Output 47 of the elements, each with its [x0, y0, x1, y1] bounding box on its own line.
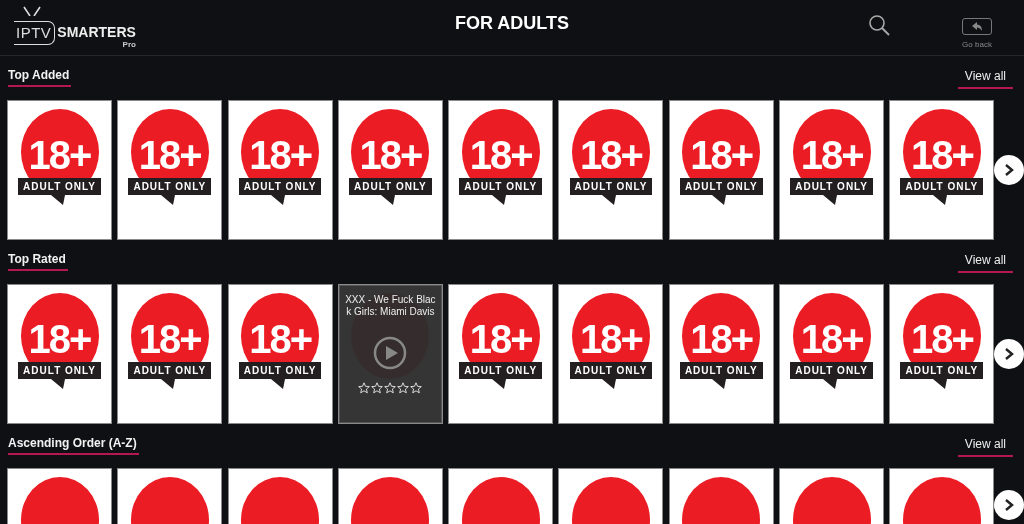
age-rating-text: 18+ — [910, 132, 973, 178]
poster-card[interactable]: 18+ ADULT ONLY — [227, 100, 333, 240]
age-rating-text: 18+ — [800, 132, 863, 178]
age-rating-text: 18+ — [138, 132, 201, 178]
section-title: Top Added — [8, 68, 72, 87]
view-all-link[interactable]: View all — [957, 253, 1013, 273]
age-rating-text: 18+ — [580, 316, 642, 362]
age-rating-text: 18+ — [359, 132, 422, 178]
poster-card[interactable]: 18+ ADULT ONLY — [7, 284, 112, 424]
age-rating-text: 18+ — [28, 132, 91, 178]
age-rating-text: 18+ — [690, 316, 753, 362]
view-all-link[interactable]: View all — [957, 69, 1013, 89]
poster-card[interactable]: 18+ ADULT ONLY — [889, 100, 995, 240]
section-title: Top Rated — [8, 252, 68, 271]
view-all-link[interactable]: View all — [957, 437, 1013, 457]
poster-card[interactable]: 18+ ADULT ONLY — [558, 100, 664, 240]
age-rating-text: 18+ — [249, 316, 311, 362]
poster-card[interactable]: 18+ ADULT ONLY — [117, 284, 223, 424]
poster-card[interactable]: 18+ ADULT ONLY — [558, 284, 664, 424]
age-rating-text: 18+ — [690, 132, 753, 178]
video-title: XXX - We Fuck Black Girls: Miami Davis — [344, 294, 437, 318]
poster-card[interactable]: 18+ ADULT ONLY — [668, 100, 774, 240]
poster-card[interactable]: 18+ ADULT ONLY — [7, 100, 112, 240]
poster-card[interactable]: XXX - We Fuck Black Girls: Miami Davis — [337, 284, 443, 424]
poster-card[interactable]: 18+ ADULT ONLY — [337, 100, 443, 240]
logo-subtext: Pro — [122, 40, 136, 49]
age-rating-text: 18+ — [28, 316, 91, 362]
age-rating-text: 18+ — [469, 132, 532, 178]
section-title: Ascending Order (A-Z) — [8, 436, 139, 455]
poster-card[interactable]: 18+ ADULT ONLY — [889, 284, 995, 424]
poster-card[interactable]: 18+ ADULT ONLY — [227, 284, 333, 424]
poster-card[interactable]: 18+ ADULT ONLY — [448, 100, 554, 240]
poster-card[interactable]: 18+ ADULT ONLY — [117, 100, 223, 240]
age-rating-text: 18+ — [580, 132, 642, 178]
age-rating-text: 18+ — [138, 316, 201, 362]
logo-text: IPTV — [14, 20, 56, 45]
poster-card[interactable]: 18+ ADULT ONLY — [448, 284, 554, 424]
page-title: FOR ADULTS — [455, 13, 569, 34]
poster-card[interactable]: 18+ ADULT ONLY — [779, 284, 885, 424]
poster-card[interactable]: 18+ ADULT ONLY — [668, 284, 774, 424]
age-rating-text: 18+ — [249, 132, 311, 178]
logo-text: SMARTERS — [57, 24, 136, 40]
back-label: Go back — [962, 40, 992, 49]
age-rating-text: 18+ — [469, 316, 532, 362]
age-rating-text: 18+ — [910, 316, 973, 362]
poster-card[interactable]: 18+ ADULT ONLY — [779, 100, 885, 240]
age-rating-text: 18+ — [800, 316, 863, 362]
